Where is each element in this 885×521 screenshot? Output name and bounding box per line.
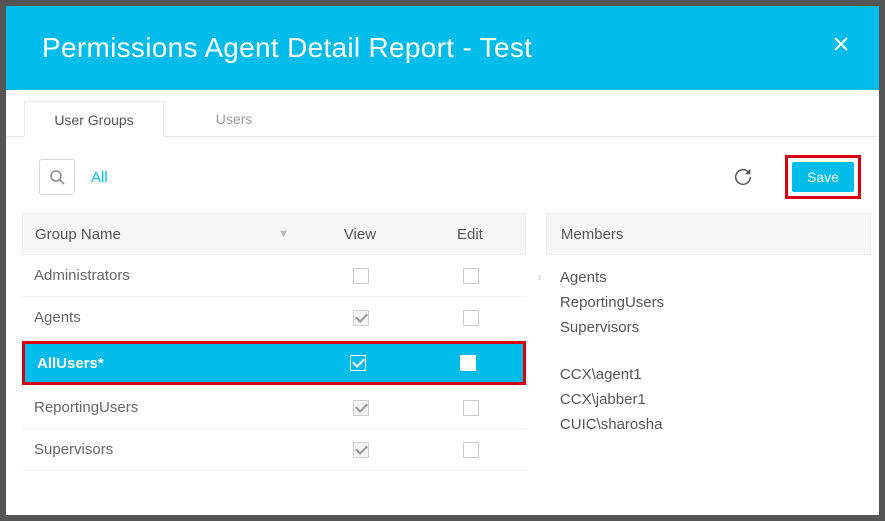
member-item: Agents (560, 269, 857, 286)
refresh-icon (732, 166, 754, 188)
groups-table: Group Name ▼ View Edit Administrators › … (22, 213, 526, 471)
view-checkbox[interactable] (353, 310, 369, 326)
save-highlight: Save (785, 155, 861, 199)
col-edit[interactable]: Edit (415, 226, 525, 243)
view-checkbox[interactable] (350, 355, 366, 371)
sort-icon: ▼ (278, 228, 289, 240)
member-item: Supervisors (560, 319, 857, 336)
member-item: CCX\jabber1 (560, 391, 857, 408)
chevron-right-icon: › (537, 268, 542, 284)
main-area: Group Name ▼ View Edit Administrators › … (6, 213, 879, 471)
table-row[interactable]: Administrators › (22, 255, 526, 297)
edit-checkbox[interactable] (463, 268, 479, 284)
tab-users[interactable]: Users (164, 100, 304, 136)
edit-checkbox[interactable] (463, 442, 479, 458)
edit-checkbox[interactable] (460, 355, 476, 371)
close-button[interactable] (827, 30, 855, 58)
view-checkbox[interactable] (353, 442, 369, 458)
close-icon (833, 36, 849, 52)
dialog-body: User Groups Users All Save Group Name ▼ (6, 90, 879, 515)
search-button[interactable] (39, 159, 75, 195)
members-panel: Members Agents ReportingUsers Supervisor… (546, 213, 871, 471)
toolbar: All Save (6, 137, 879, 213)
view-checkbox[interactable] (353, 268, 369, 284)
table-header: Group Name ▼ View Edit (22, 213, 526, 255)
group-name-cell: Supervisors (34, 441, 306, 458)
member-item: ReportingUsers (560, 294, 857, 311)
refresh-button[interactable] (725, 159, 761, 195)
group-name-cell: Agents (34, 309, 306, 326)
all-filter-link[interactable]: All (91, 169, 108, 186)
view-checkbox[interactable] (353, 400, 369, 416)
group-name-cell: ReportingUsers (34, 399, 306, 416)
table-row[interactable]: Supervisors (22, 429, 526, 471)
save-button[interactable]: Save (792, 162, 854, 192)
table-row[interactable]: ReportingUsers (22, 387, 526, 429)
edit-checkbox[interactable] (463, 400, 479, 416)
group-name-cell: Administrators (34, 267, 306, 284)
col-group-name[interactable]: Group Name ▼ (35, 226, 305, 243)
permissions-dialog: Permissions Agent Detail Report - Test U… (6, 6, 879, 515)
member-item: CUIC\sharosha (560, 416, 857, 433)
table-row[interactable]: AllUsers* (25, 344, 523, 382)
table-row[interactable]: Agents (22, 297, 526, 339)
selected-row-highlight: AllUsers* (22, 341, 526, 385)
dialog-header: Permissions Agent Detail Report - Test (6, 6, 879, 90)
col-view[interactable]: View (305, 226, 415, 243)
dialog-title: Permissions Agent Detail Report - Test (42, 32, 532, 64)
edit-checkbox[interactable] (463, 310, 479, 326)
search-icon (49, 169, 65, 185)
tab-user-groups[interactable]: User Groups (24, 101, 164, 137)
members-header: Members (546, 213, 871, 255)
member-item: CCX\agent1 (560, 366, 857, 383)
members-list: Agents ReportingUsers Supervisors CCX\ag… (546, 255, 871, 455)
tab-bar: User Groups Users (6, 100, 879, 137)
group-name-cell: AllUsers* (37, 355, 303, 372)
